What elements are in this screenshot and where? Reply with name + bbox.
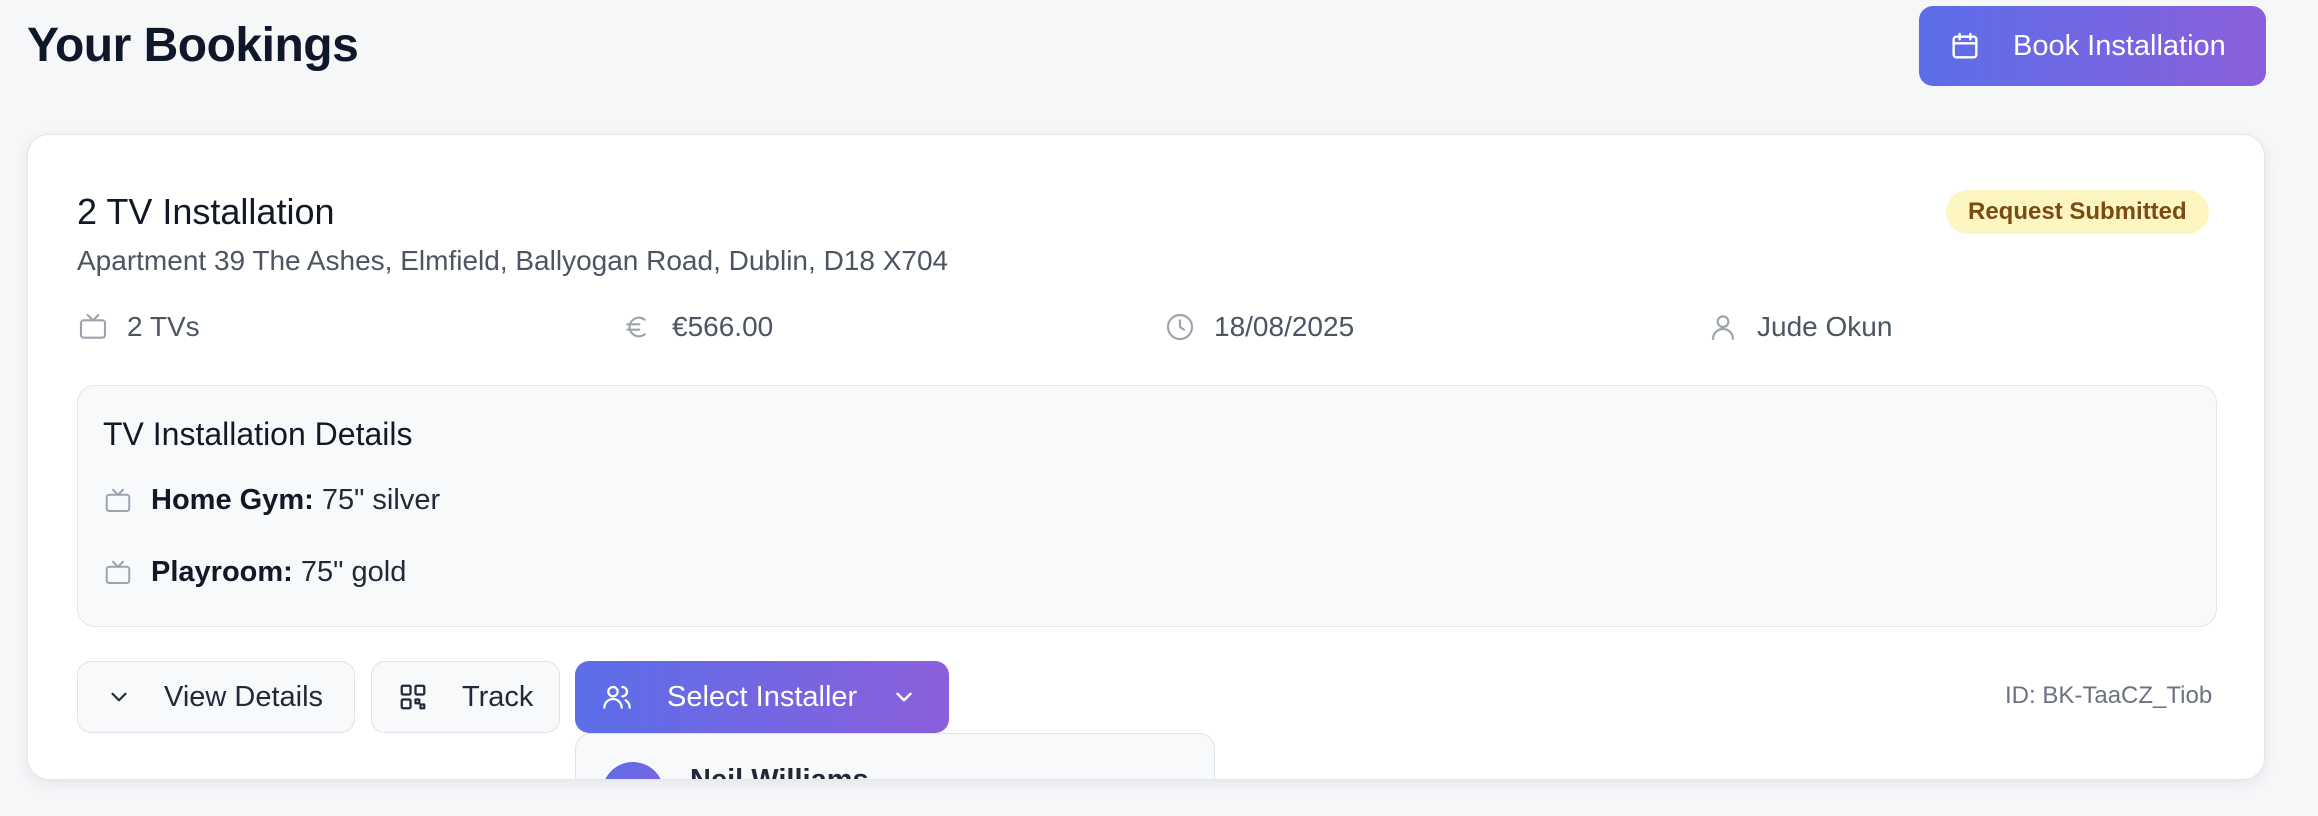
meta-price: €566.00	[622, 311, 773, 343]
detail-room: Playroom:	[151, 556, 293, 588]
chevron-down-icon	[111, 692, 127, 702]
booking-address: Apartment 39 The Ashes, Elmfield, Ballyo…	[77, 245, 949, 276]
meta-date-text: 18/08/2025	[1214, 311, 1355, 342]
meta-date: 18/08/2025	[1164, 311, 1354, 343]
select-installer-button[interactable]: Select Installer	[575, 661, 949, 733]
meta-price-text: €566.00	[672, 311, 774, 342]
booking-card: 2 TV Installation Apartment 39 The Ashes…	[27, 134, 2265, 780]
meta-customer-text: Jude Okun	[1757, 311, 1893, 342]
view-details-button[interactable]: View Details	[77, 661, 355, 733]
meta-customer: Jude Okun	[1707, 311, 1892, 343]
user-icon	[1711, 315, 1735, 341]
clock-icon	[1166, 313, 1194, 341]
track-button[interactable]: Track	[371, 661, 560, 733]
status-badge: Request Submitted	[1946, 190, 2209, 234]
detail-row: Playroom: 75" gold	[103, 556, 406, 589]
avatar	[602, 762, 664, 779]
book-installation-button[interactable]: Book Installation	[1919, 6, 2266, 86]
calendar-icon	[1952, 32, 1978, 59]
users-icon	[603, 685, 631, 709]
tv-icon	[105, 560, 131, 584]
detail-spec: 75" silver	[321, 484, 441, 516]
meta-tvs: 2 TVs	[77, 311, 200, 343]
meta-tvs-text: 2 TVs	[127, 311, 200, 342]
track-label: Track	[462, 680, 534, 713]
details-title: TV Installation Details	[103, 416, 413, 452]
chevron-down-icon	[896, 692, 912, 702]
view-details-label: View Details	[164, 680, 324, 713]
book-installation-label: Book Installation	[2013, 29, 2226, 62]
installation-details-panel: TV Installation Details Home Gym: 75" si…	[77, 385, 2217, 627]
booking-title: 2 TV Installation	[77, 191, 335, 232]
page-title: Your Bookings	[27, 19, 359, 72]
detail-room: Home Gym:	[151, 484, 314, 516]
tv-icon	[105, 488, 131, 512]
select-installer-label: Select Installer	[667, 680, 858, 713]
detail-row: Home Gym: 75" silver	[103, 484, 440, 517]
qr-code-icon	[400, 684, 426, 710]
tv-icon	[79, 313, 107, 339]
installer-dropdown: Neil Williams	[575, 733, 1215, 780]
booking-id: ID: BK-TaaCZ_Tiob	[2005, 682, 2213, 709]
detail-spec: 75" gold	[300, 556, 407, 588]
euro-icon	[626, 316, 646, 338]
installer-name: Neil Williams	[690, 764, 869, 780]
